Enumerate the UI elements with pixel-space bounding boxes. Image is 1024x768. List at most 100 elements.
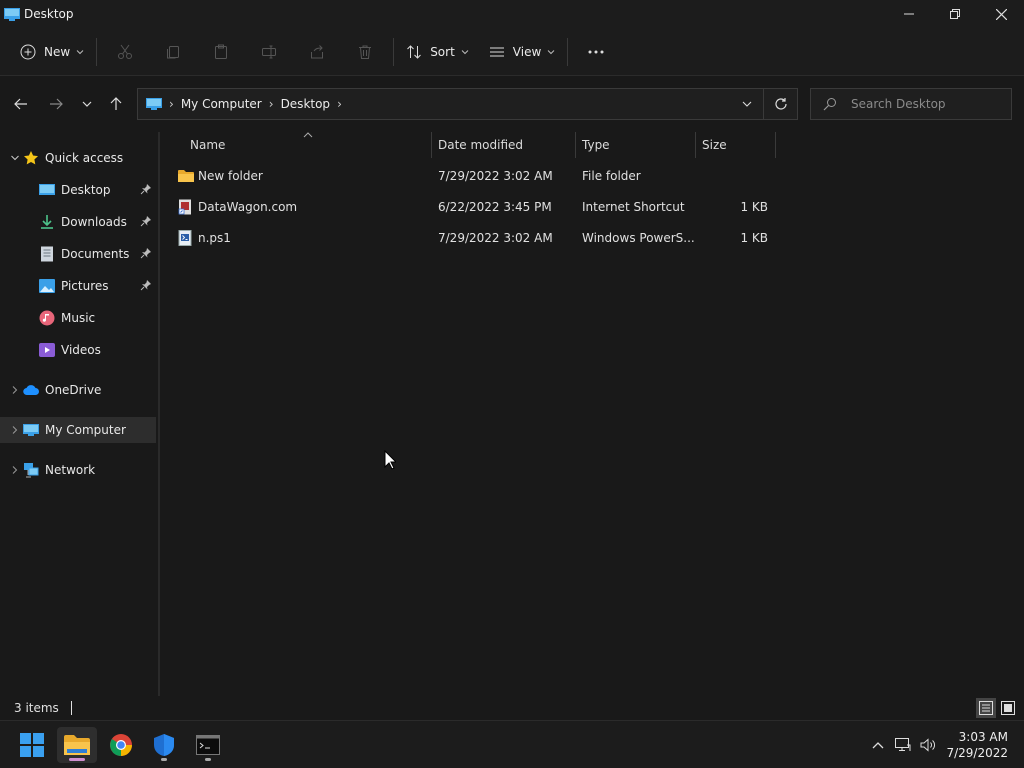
sidebar-item-pictures[interactable]: Pictures bbox=[0, 273, 156, 299]
chevron-right-icon[interactable] bbox=[7, 425, 23, 435]
taskbar-terminal[interactable] bbox=[188, 727, 228, 763]
search-box[interactable] bbox=[810, 88, 1012, 120]
mouse-cursor-icon bbox=[384, 450, 396, 470]
new-label: New bbox=[44, 44, 71, 59]
column-header-type[interactable]: Type bbox=[582, 132, 694, 158]
paste-button[interactable] bbox=[197, 36, 245, 68]
chevron-up-icon bbox=[872, 742, 884, 749]
folder-icon bbox=[178, 163, 194, 189]
chevron-down-icon[interactable] bbox=[7, 153, 23, 163]
show-hidden-icons-button[interactable] bbox=[866, 741, 890, 749]
sidebar-item-label: Documents bbox=[61, 247, 130, 261]
taskbar-windows-security[interactable] bbox=[144, 727, 184, 763]
sidebar-item-documents[interactable]: Documents bbox=[0, 241, 156, 267]
pin-icon[interactable] bbox=[140, 183, 152, 195]
navigation-pane: Quick access Desktop Downloads Documents… bbox=[0, 136, 158, 696]
breadcrumb-my-computer[interactable]: My Computer bbox=[181, 97, 262, 111]
sidebar-item-label: My Computer bbox=[45, 423, 126, 437]
file-size bbox=[702, 163, 768, 189]
pictures-icon bbox=[39, 278, 55, 294]
sidebar-item-my-computer[interactable]: My Computer bbox=[0, 417, 156, 443]
pin-icon[interactable] bbox=[140, 279, 152, 291]
chevron-right-icon[interactable] bbox=[7, 385, 23, 395]
minimize-button[interactable] bbox=[886, 0, 932, 28]
separator bbox=[96, 37, 98, 66]
computer-icon bbox=[146, 98, 162, 110]
network-status-button[interactable] bbox=[890, 738, 916, 752]
star-icon bbox=[23, 150, 39, 166]
plus-circle-icon bbox=[20, 44, 36, 59]
share-button[interactable] bbox=[293, 36, 341, 68]
taskbar-chrome[interactable] bbox=[101, 727, 141, 763]
view-button[interactable]: View bbox=[481, 36, 563, 68]
sort-button[interactable]: Sort bbox=[398, 36, 477, 68]
taskbar-file-explorer[interactable] bbox=[57, 727, 97, 763]
desktop-icon bbox=[39, 182, 55, 198]
column-header-label: Name bbox=[190, 138, 226, 152]
scissors-icon bbox=[118, 44, 133, 59]
minimize-icon bbox=[904, 13, 914, 15]
file-size: 1 KB bbox=[740, 200, 768, 214]
column-header-name[interactable]: Name bbox=[190, 132, 430, 158]
search-input[interactable] bbox=[851, 97, 1001, 111]
windows-logo-icon bbox=[20, 733, 44, 757]
chevron-right-icon[interactable]: › bbox=[337, 97, 342, 111]
view-label: View bbox=[512, 44, 542, 59]
copy-button[interactable] bbox=[149, 36, 197, 68]
arrow-right-icon bbox=[50, 98, 63, 110]
table-row[interactable]: DataWagon.com 6/22/2022 3:45 PM Internet… bbox=[170, 194, 784, 220]
column-divider[interactable] bbox=[575, 132, 576, 158]
powershell-script-icon bbox=[178, 225, 192, 251]
item-count: 3 items bbox=[14, 701, 59, 715]
up-button[interactable] bbox=[104, 92, 128, 116]
column-header-size[interactable]: Size bbox=[702, 132, 774, 158]
rename-button[interactable] bbox=[245, 36, 293, 68]
large-icons-view-button[interactable] bbox=[998, 698, 1018, 718]
arrow-left-icon bbox=[14, 98, 27, 110]
refresh-button[interactable] bbox=[763, 89, 797, 119]
sidebar-item-videos[interactable]: Videos bbox=[0, 337, 156, 363]
sort-label: Sort bbox=[430, 44, 455, 59]
sidebar-item-music[interactable]: Music bbox=[0, 305, 156, 331]
pin-icon[interactable] bbox=[140, 215, 152, 227]
volume-button[interactable] bbox=[916, 738, 940, 752]
sidebar-item-quick-access[interactable]: Quick access bbox=[0, 145, 156, 171]
speaker-icon bbox=[920, 738, 935, 752]
sidebar-item-label: OneDrive bbox=[45, 383, 102, 397]
column-header-date[interactable]: Date modified bbox=[438, 132, 574, 158]
breadcrumb-desktop[interactable]: Desktop bbox=[281, 97, 331, 111]
address-dropdown-button[interactable] bbox=[731, 99, 763, 109]
cut-button[interactable] bbox=[101, 36, 149, 68]
new-button[interactable]: New bbox=[12, 36, 92, 68]
sidebar-item-desktop[interactable]: Desktop bbox=[0, 177, 156, 203]
back-button[interactable] bbox=[9, 92, 33, 116]
column-divider[interactable] bbox=[775, 132, 776, 158]
table-row[interactable]: n.ps1 7/29/2022 3:02 AM Windows PowerS..… bbox=[170, 225, 784, 251]
clock[interactable]: 3:03 AM 7/29/2022 bbox=[946, 729, 1008, 761]
download-icon bbox=[39, 214, 55, 230]
column-divider[interactable] bbox=[431, 132, 432, 158]
status-bar: 3 items bbox=[0, 696, 1024, 720]
column-divider[interactable] bbox=[695, 132, 696, 158]
refresh-icon bbox=[774, 98, 787, 110]
terminal-icon bbox=[196, 735, 220, 755]
address-bar[interactable]: › My Computer › Desktop › bbox=[137, 88, 798, 120]
close-button[interactable] bbox=[978, 0, 1024, 28]
file-size: 1 KB bbox=[740, 231, 768, 245]
sidebar-item-downloads[interactable]: Downloads bbox=[0, 209, 156, 235]
chevron-right-icon[interactable]: › bbox=[269, 97, 274, 111]
chevron-right-icon[interactable]: › bbox=[169, 97, 174, 111]
large-icons-view-icon bbox=[1001, 701, 1015, 715]
start-button[interactable] bbox=[12, 727, 52, 763]
recent-locations-button[interactable] bbox=[75, 92, 99, 116]
more-options-button[interactable] bbox=[572, 36, 620, 68]
sidebar-item-network[interactable]: Network bbox=[0, 457, 156, 483]
table-row[interactable]: New folder 7/29/2022 3:02 AM File folder bbox=[170, 163, 784, 189]
delete-button[interactable] bbox=[341, 36, 389, 68]
forward-button[interactable] bbox=[44, 92, 68, 116]
pin-icon[interactable] bbox=[140, 247, 152, 259]
restore-button[interactable] bbox=[932, 0, 978, 28]
sidebar-item-onedrive[interactable]: OneDrive bbox=[0, 377, 156, 403]
chevron-right-icon[interactable] bbox=[7, 465, 23, 475]
details-view-button[interactable] bbox=[976, 698, 996, 718]
